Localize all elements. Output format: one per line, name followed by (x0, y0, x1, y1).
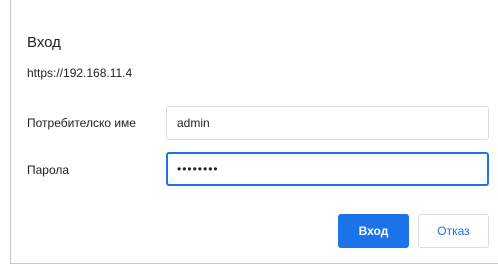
password-label: Парола (27, 163, 70, 177)
login-dialog: Вход https://192.168.11.4 Потребителско … (10, 0, 498, 264)
cancel-button[interactable]: Отказ (418, 214, 489, 248)
username-field[interactable] (166, 106, 489, 140)
dialog-title: Вход (27, 34, 61, 51)
sign-in-button[interactable]: Вход (338, 214, 409, 248)
site-origin: https://192.168.11.4 (27, 66, 133, 80)
username-label: Потребителско име (27, 116, 136, 130)
password-field[interactable] (166, 152, 489, 186)
